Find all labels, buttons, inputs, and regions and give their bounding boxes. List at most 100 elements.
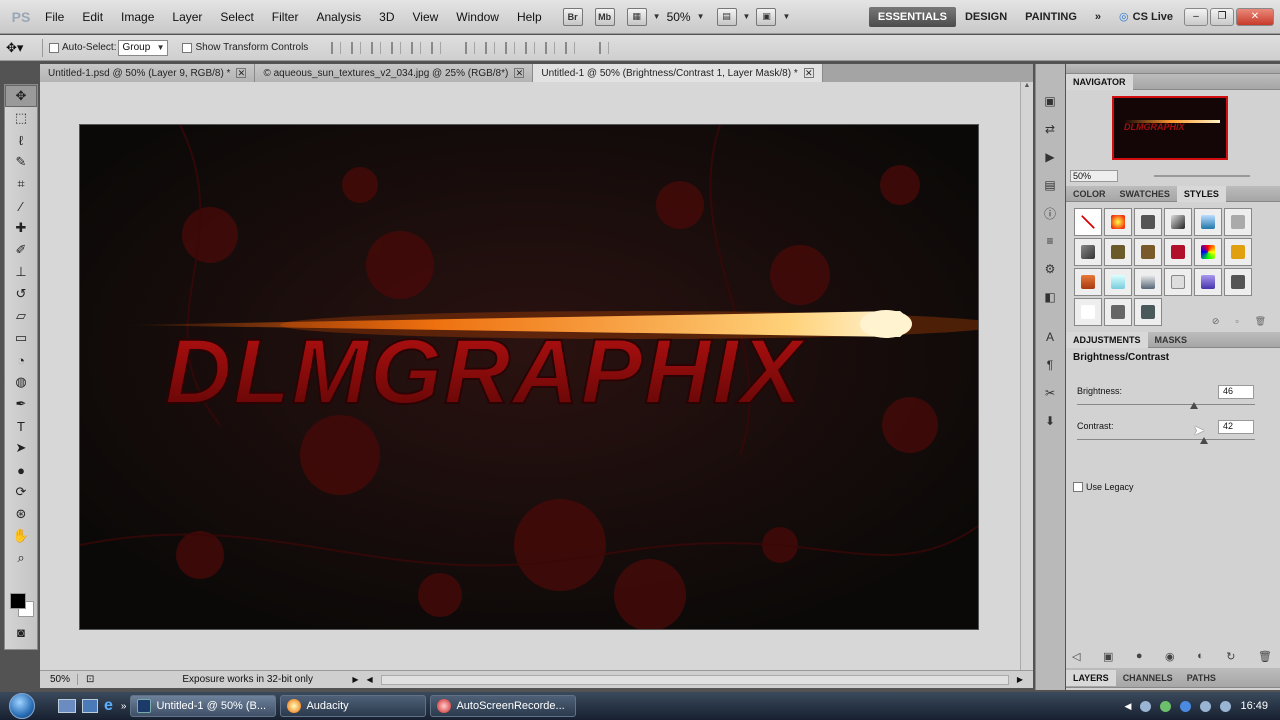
menu-file[interactable]: File — [36, 0, 73, 34]
blur-tool-icon[interactable]: ◔ — [5, 349, 37, 371]
path-select-icon[interactable]: ➤ — [5, 437, 37, 459]
reset-icon[interactable]: ↻ — [1226, 650, 1235, 663]
tab-aqueous-texture[interactable]: © aqueous_sun_textures_v2_034.jpg @ 25% … — [255, 64, 534, 82]
maximize-button[interactable]: ❐ — [1210, 7, 1234, 26]
3d-icon[interactable]: ⬇ — [1036, 410, 1064, 432]
navigator-zoom-slider[interactable] — [1154, 175, 1250, 177]
workspace-essentials[interactable]: ESSENTIALS — [868, 6, 956, 27]
style-swatch[interactable] — [1224, 238, 1252, 266]
clip-layer-icon[interactable]: ● — [1136, 650, 1143, 663]
history-brush-icon[interactable]: ↺ — [5, 283, 37, 305]
tab-layers[interactable]: LAYERS — [1066, 669, 1116, 686]
actions-icon[interactable]: ▶ — [1036, 146, 1064, 168]
distribute-hcenter-icon[interactable] — [545, 41, 556, 54]
network-icon[interactable] — [1140, 700, 1152, 712]
menu-layer[interactable]: Layer — [163, 0, 211, 34]
menu-3d[interactable]: 3D — [370, 0, 403, 34]
more-workspaces-button[interactable]: » — [1086, 7, 1110, 27]
chevron-down-icon[interactable]: ▼ — [782, 12, 790, 21]
auto-select-checkbox[interactable]: Auto-Select: — [49, 42, 116, 53]
style-swatch[interactable] — [1074, 208, 1102, 236]
distribute-top-icon[interactable] — [465, 41, 476, 54]
brightness-field[interactable]: 46 — [1218, 385, 1254, 399]
style-swatch[interactable] — [1164, 268, 1192, 296]
menu-select[interactable]: Select — [211, 0, 262, 34]
style-swatch[interactable] — [1134, 208, 1162, 236]
checkbox[interactable] — [49, 42, 59, 53]
align-right-icon[interactable] — [431, 41, 442, 54]
style-swatch[interactable] — [1104, 298, 1132, 326]
delete-style-icon[interactable]: 🗑 — [1255, 316, 1266, 327]
hscroll-right-icon[interactable]: ▶ — [1017, 675, 1023, 684]
style-swatch[interactable] — [1074, 268, 1102, 296]
shape-tool-icon[interactable]: ● — [5, 459, 37, 481]
minimize-button[interactable]: – — [1184, 7, 1208, 26]
gradient-tool-icon[interactable]: ▭ — [5, 327, 37, 349]
show-transform-checkbox[interactable]: Show Transform Controls — [182, 42, 308, 53]
pen-tool-icon[interactable]: ✒ — [5, 393, 37, 415]
vertical-scrollbar[interactable]: ▲ — [1020, 82, 1033, 670]
checkbox[interactable] — [182, 42, 193, 53]
clone-source-icon[interactable]: ⚙ — [1036, 258, 1064, 280]
style-swatch[interactable] — [1194, 208, 1222, 236]
info-icon[interactable]: ⓘ — [1036, 202, 1064, 224]
status-info[interactable]: Exposure works in 32-bit only — [102, 674, 352, 685]
style-swatch[interactable] — [1074, 238, 1102, 266]
scroll-up-icon[interactable]: ▲ — [1021, 82, 1033, 89]
screen-mode-icon[interactable]: ▣ — [756, 7, 777, 26]
tab-channels[interactable]: CHANNELS — [1116, 670, 1180, 686]
brush-tool-icon[interactable]: ✐ — [5, 239, 37, 261]
menu-view[interactable]: View — [403, 0, 447, 34]
start-button[interactable] — [0, 692, 44, 720]
paragraph-icon[interactable]: ¶ — [1036, 354, 1064, 376]
brush-presets-icon[interactable]: ≡ — [1036, 230, 1064, 252]
brightness-slider-knob[interactable] — [1190, 402, 1198, 409]
auto-select-dropdown[interactable]: Group ▼ — [118, 39, 169, 56]
tab-untitled-brightness[interactable]: Untitled-1 @ 50% (Brightness/Contrast 1,… — [533, 64, 823, 82]
extras-icon[interactable]: ▦ — [626, 7, 647, 26]
crop-tool-icon[interactable]: ⌗ — [5, 173, 37, 195]
visibility-eye-icon[interactable]: ◉ — [1165, 650, 1175, 663]
cs-live-button[interactable]: ◎ CS Live — [1110, 7, 1182, 27]
switch-windows-icon[interactable] — [82, 699, 98, 713]
tools-presets-icon[interactable]: ✂ — [1036, 382, 1064, 404]
clock[interactable]: 16:49 — [1240, 700, 1268, 712]
zoom-select[interactable]: 50% ▼ — [667, 10, 705, 24]
security-icon[interactable] — [1160, 700, 1172, 712]
eyedropper-tool-icon[interactable]: ⁄ — [5, 195, 37, 217]
style-swatch[interactable] — [1134, 238, 1162, 266]
distribute-vcenter-icon[interactable] — [485, 41, 496, 54]
navigator-zoom-field[interactable]: 50% — [1070, 170, 1118, 182]
new-style-icon[interactable]: ▫ — [1235, 316, 1238, 327]
delete-adjustment-icon[interactable]: 🗑 — [1258, 650, 1272, 663]
align-left-icon[interactable] — [391, 41, 402, 54]
zoom-tool-icon[interactable]: ⌕ — [5, 547, 37, 569]
status-menu-arrow-icon[interactable]: ▶ — [352, 675, 358, 684]
navigator-thumbnail[interactable]: DLMGRAPHIX — [1112, 96, 1228, 160]
bridge-button[interactable]: Br — [562, 7, 583, 26]
distribute-right-icon[interactable] — [565, 41, 576, 54]
close-icon[interactable]: ✕ — [514, 68, 525, 78]
auto-align-icon[interactable] — [599, 41, 610, 54]
tab-masks[interactable]: MASKS — [1148, 332, 1195, 348]
show-desktop-icon[interactable] — [58, 699, 76, 713]
align-hcenter-icon[interactable] — [411, 41, 422, 54]
close-icon[interactable]: ✕ — [236, 68, 247, 78]
tab-navigator[interactable]: NAVIGATOR — [1066, 73, 1133, 90]
use-legacy-checkbox[interactable]: Use Legacy — [1073, 482, 1134, 492]
style-swatch[interactable] — [1104, 268, 1132, 296]
marquee-tool-icon[interactable]: ⬚ — [5, 107, 37, 129]
style-swatch[interactable] — [1164, 208, 1192, 236]
close-button[interactable]: ✕ — [1236, 7, 1274, 26]
tab-color[interactable]: COLOR — [1066, 186, 1113, 202]
style-swatch[interactable] — [1134, 298, 1162, 326]
style-swatch[interactable] — [1104, 238, 1132, 266]
hscroll-left-icon[interactable]: ◀ — [367, 675, 373, 684]
dodge-tool-icon[interactable]: ◍ — [5, 371, 37, 393]
contrast-slider[interactable] — [1077, 439, 1255, 440]
lasso-tool-icon[interactable]: ℓ — [5, 129, 37, 151]
quicklaunch-more-icon[interactable]: » — [121, 701, 127, 712]
tray-expand-icon[interactable]: ◀ — [1125, 701, 1132, 712]
clear-style-icon[interactable]: ⊘ — [1212, 316, 1220, 327]
brightness-slider[interactable] — [1077, 404, 1255, 405]
